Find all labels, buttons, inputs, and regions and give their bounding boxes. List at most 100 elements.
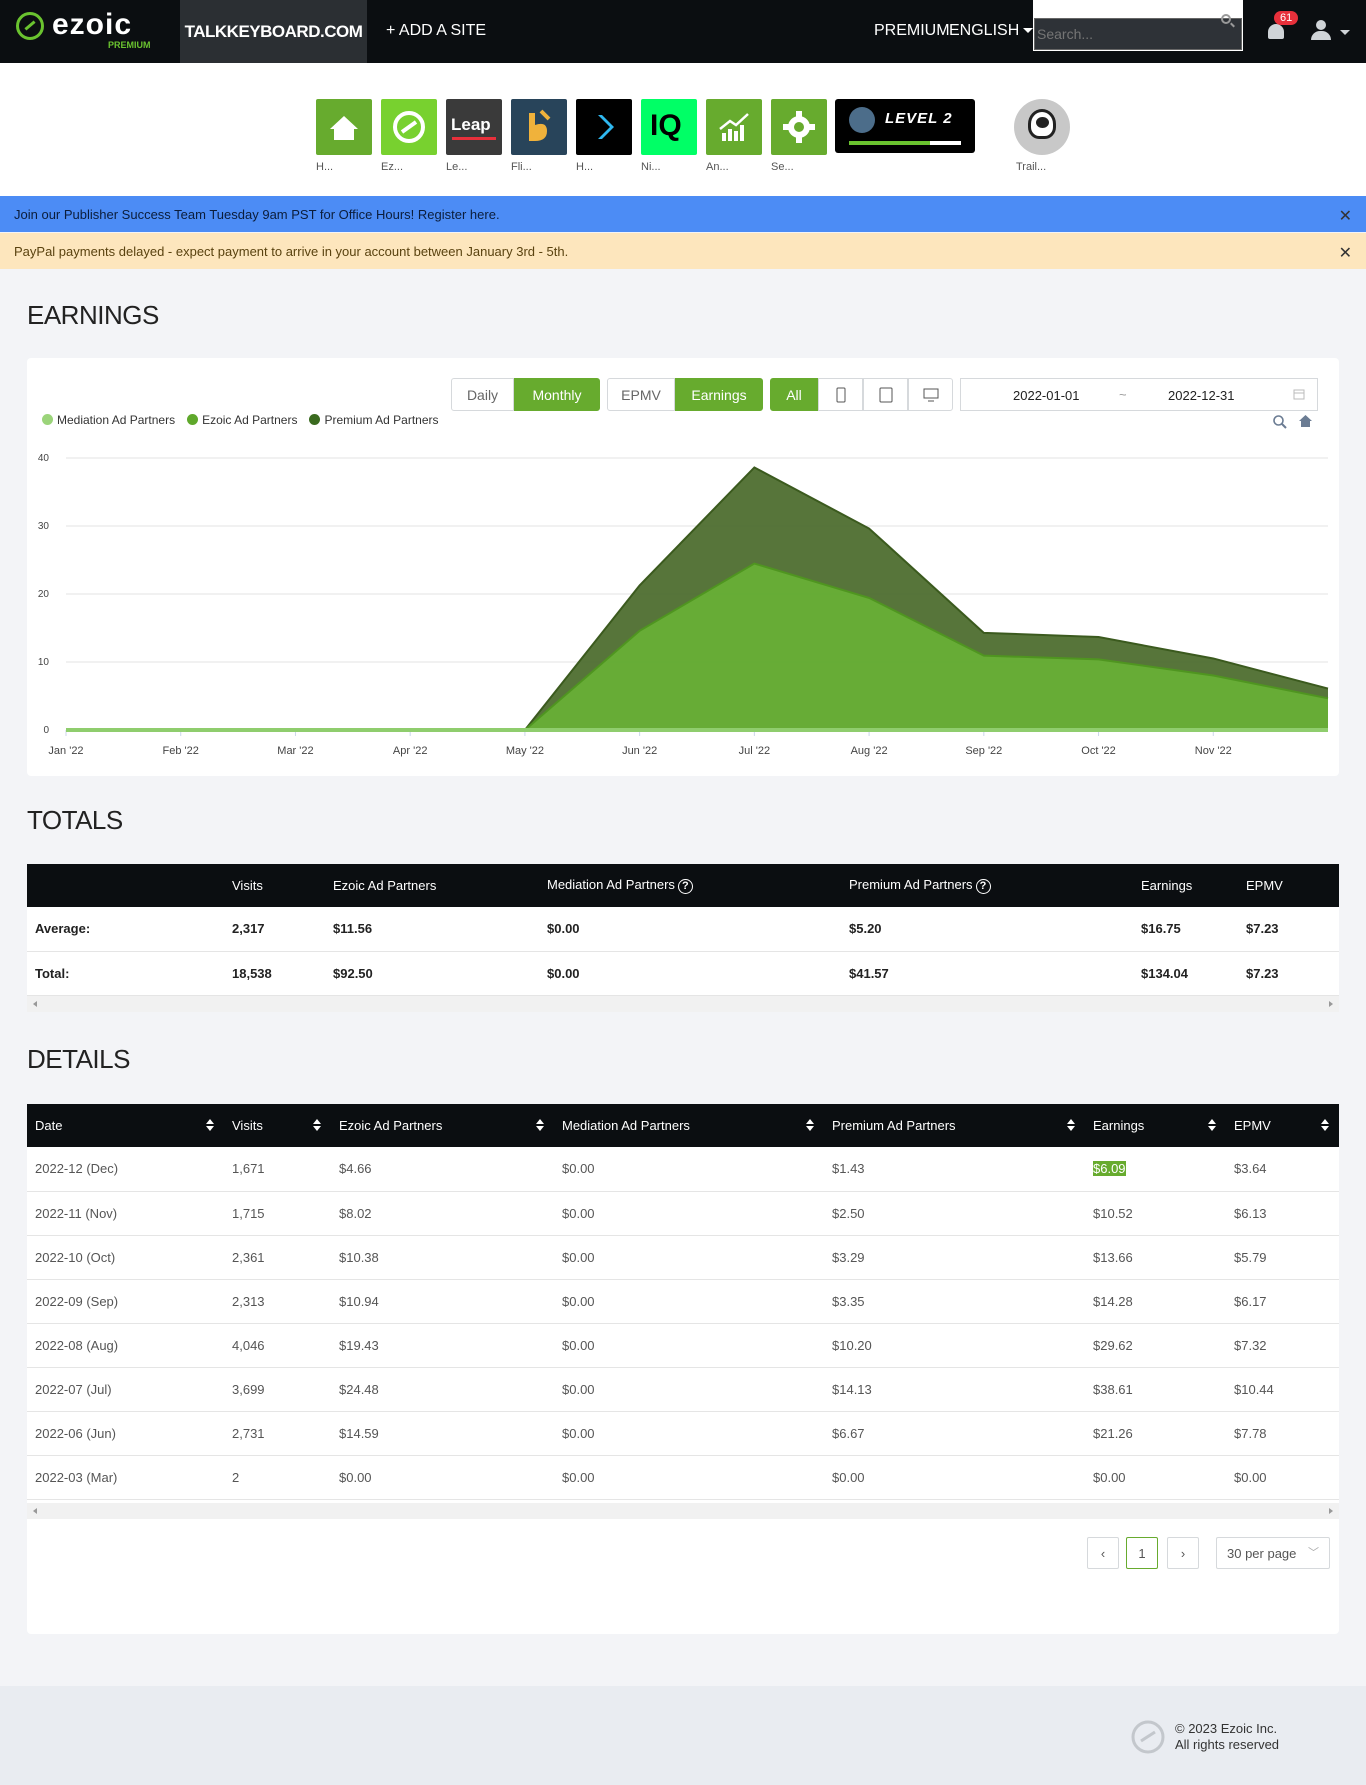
sort-by-date[interactable]: Date [27, 1104, 224, 1147]
per-page-select[interactable]: 30 per page ﹀ [1216, 1537, 1330, 1569]
epmv-button[interactable]: EPMV [607, 378, 675, 411]
col-label: Earnings [1093, 1118, 1145, 1133]
app-ezoic[interactable] [381, 99, 437, 155]
sort-by-premium[interactable]: Premium Ad Partners [824, 1104, 1085, 1147]
sort-by-mediation[interactable]: Mediation Ad Partners [554, 1104, 824, 1147]
site-selector[interactable]: TALKKEYBOARD.COM [180, 0, 367, 63]
cell-value: $6.13 [1234, 1205, 1267, 1221]
calendar-icon [1293, 389, 1305, 400]
close-icon[interactable]: ✕ [1339, 206, 1352, 226]
sort-by-ezoic[interactable]: Ezoic Ad Partners [331, 1104, 554, 1147]
table-cell: $0.00 [554, 1147, 824, 1192]
app-flickify[interactable] [511, 99, 567, 155]
cell-value: $21.26 [1093, 1425, 1133, 1441]
desktop-device-button[interactable] [908, 378, 953, 411]
chart-legend: Mediation Ad Partners Ezoic Ad Partners … [42, 413, 439, 427]
cell-value: 2,317 [232, 921, 265, 937]
details-horizontal-scrollbar[interactable] [27, 1503, 1339, 1519]
table-cell: $7.23 [1238, 951, 1339, 996]
footer: © 2023 Ezoic Inc. All rights reserved [0, 1686, 1366, 1785]
table-row: 2022-08 (Aug) 4,046 $19.43 $0.00 $10.20 $29.6… [27, 1323, 1339, 1368]
table-cell: $8.02 [331, 1191, 554, 1236]
date-from[interactable]: 2022-01-01 [1013, 388, 1080, 403]
mobile-device-button[interactable] [818, 378, 863, 411]
alert-text: PayPal payments delayed - expect payment… [14, 243, 569, 259]
zoom-icon[interactable] [1273, 415, 1287, 429]
table-cell: $6.17 [1226, 1279, 1339, 1324]
daily-button[interactable]: Daily [451, 378, 514, 411]
x-tick-label: Jan '22 [48, 745, 83, 757]
page-number-button[interactable]: 1 [1126, 1537, 1158, 1569]
app-label: H... [576, 161, 594, 173]
cell-value: $29.62 [1093, 1337, 1133, 1353]
cell-value: $11.56 [333, 921, 373, 937]
next-page-button[interactable]: › [1167, 1537, 1199, 1569]
cell-value: 2022-12 (Dec) [35, 1161, 119, 1177]
reset-zoom-home-icon[interactable] [1298, 414, 1313, 428]
tablet-icon [879, 387, 892, 402]
all-devices-button[interactable]: All [770, 378, 818, 411]
close-icon[interactable]: ✕ [1339, 243, 1352, 263]
sort-by-earnings[interactable]: Earnings [1085, 1104, 1226, 1147]
language-dropdown[interactable]: ENGLISH [949, 22, 1034, 40]
legend-item[interactable]: Ezoic Ad Partners [187, 413, 297, 427]
app-leap[interactable]: Leap [446, 99, 502, 155]
cell-value: $6.17 [1234, 1293, 1267, 1309]
tablet-device-button[interactable] [863, 378, 908, 411]
notifications-bell-icon[interactable] [1266, 22, 1286, 42]
search-input[interactable] [1034, 18, 1242, 50]
app-home[interactable] [316, 99, 372, 155]
earnings-area-chart[interactable]: 0 10 20 30 40 Jan '22 Feb '22 Mar '22 Apr '22 May… [27, 440, 1339, 770]
ezoic-logo[interactable]: ezoic PREMIUM [16, 8, 156, 52]
table-cell: $14.59 [331, 1411, 554, 1456]
premium-link[interactable]: PREMIUM [874, 22, 950, 40]
app-niche-iq[interactable]: IQ [641, 99, 697, 155]
cell-value: $7.23 [1246, 921, 1279, 937]
table-cell: $3.35 [824, 1279, 1085, 1324]
date-to[interactable]: 2022-12-31 [1168, 388, 1235, 403]
monthly-button[interactable]: Monthly [514, 378, 600, 411]
date-range-picker[interactable]: 2022-01-01 ~ 2022-12-31 [960, 378, 1318, 411]
table-cell: $38.61 [1085, 1367, 1226, 1412]
col-label: Visits [232, 1118, 263, 1133]
sort-by-epmv[interactable]: EPMV [1226, 1104, 1339, 1147]
search-icon[interactable] [1221, 14, 1231, 24]
app-settings[interactable] [771, 99, 827, 155]
level-badge[interactable]: LEVEL 2 [835, 99, 975, 153]
office-hours-alert[interactable]: Join our Publisher Success Team Tuesday … [0, 196, 1366, 232]
app-label: Ni... [641, 161, 661, 173]
level-progress-bar [849, 141, 961, 145]
table-cell: $11.56 [325, 907, 539, 952]
table-cell: $0.00 [1085, 1455, 1226, 1500]
table-cell: 4,046 [224, 1323, 331, 1368]
prev-page-button[interactable]: ‹ [1087, 1537, 1119, 1569]
app-analytics[interactable] [706, 99, 762, 155]
table-cell: $7.23 [1238, 907, 1339, 952]
table-cell: $19.43 [331, 1323, 554, 1368]
astronaut-icon[interactable] [1014, 99, 1070, 155]
table-cell: $0.00 [554, 1411, 824, 1456]
legend-item[interactable]: Mediation Ad Partners [42, 413, 175, 427]
ezoic-footer-logo-icon [1131, 1720, 1165, 1754]
add-site-link[interactable]: + ADD A SITE [386, 22, 486, 40]
cell-value: $13.66 [1093, 1249, 1133, 1265]
alert-text[interactable]: Join our Publisher Success Team Tuesday … [14, 207, 500, 222]
table-cell: $0.00 [331, 1455, 554, 1500]
table-cell: $134.04 [1133, 951, 1238, 996]
user-avatar-icon[interactable] [1310, 20, 1332, 42]
y-tick-label: 0 [43, 725, 49, 736]
table-cell: 1,671 [224, 1147, 331, 1192]
user-menu-chevron-icon[interactable] [1340, 30, 1350, 35]
help-icon[interactable]: ? [975, 878, 991, 894]
earnings-button[interactable]: Earnings [675, 378, 763, 411]
totals-horizontal-scrollbar[interactable] [27, 996, 1339, 1012]
app-humix[interactable] [576, 99, 632, 155]
top-navbar: ezoic PREMIUM TALKKEYBOARD.COM + ADD A S… [0, 0, 1366, 63]
legend-item[interactable]: Premium Ad Partners [309, 413, 439, 427]
cell-value: $16.75 [1141, 921, 1181, 937]
help-icon[interactable]: ? [677, 878, 693, 894]
flickify-icon [529, 109, 551, 141]
table-cell: 2,731 [224, 1411, 331, 1456]
app-label: An... [706, 161, 729, 173]
sort-by-visits[interactable]: Visits [224, 1104, 331, 1147]
